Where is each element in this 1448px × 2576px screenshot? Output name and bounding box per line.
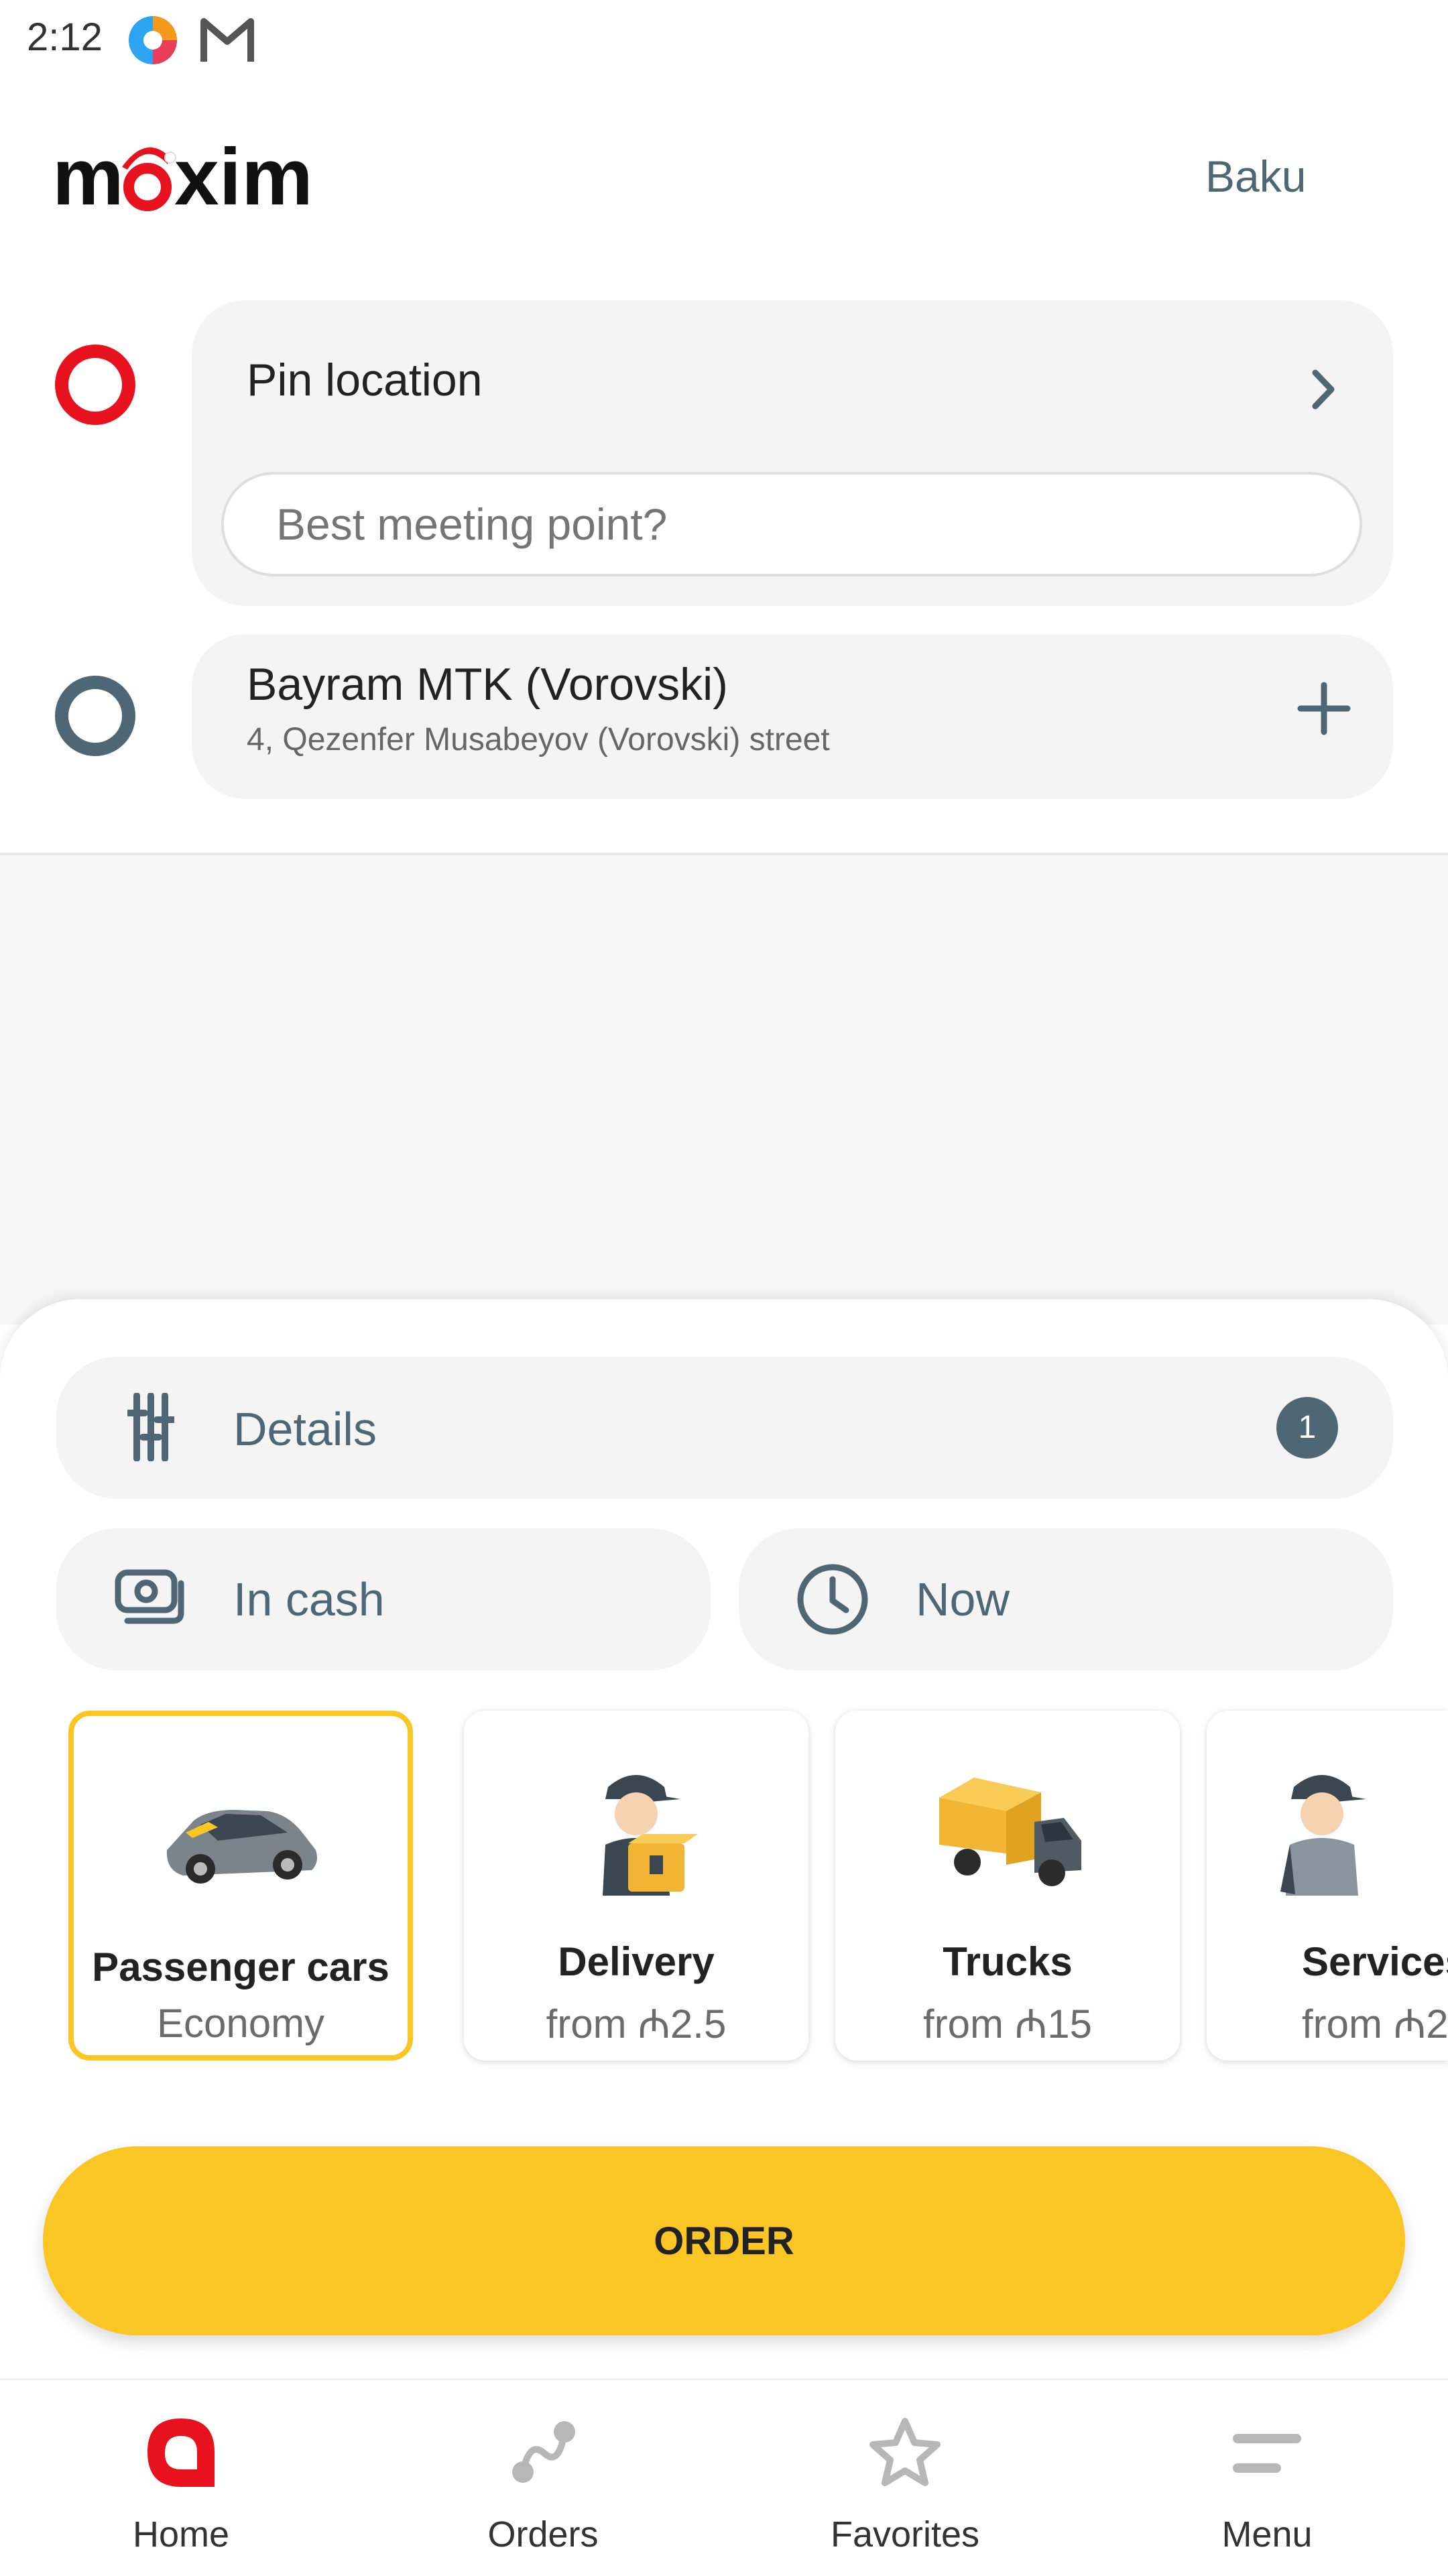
gmail-notification-icon bbox=[200, 18, 254, 62]
details-label: Details bbox=[233, 1403, 377, 1455]
nav-label-home: Home bbox=[132, 2514, 230, 2555]
menu-icon bbox=[1233, 2434, 1301, 2473]
service-subtitle: Economy bbox=[156, 2001, 325, 2046]
service-title: Delivery bbox=[558, 1939, 715, 1984]
destination-point-icon bbox=[55, 676, 135, 756]
courier-icon bbox=[603, 1775, 698, 1896]
worker-icon bbox=[1280, 1775, 1366, 1896]
payment-method-label: In cash bbox=[233, 1573, 385, 1626]
service-card-trucks[interactable]: Trucks from ₼15 bbox=[835, 1711, 1180, 2061]
maxim-logo: m xim maxim bbox=[52, 137, 313, 218]
order-button[interactable]: ORDER bbox=[43, 2146, 1405, 2335]
clock-icon bbox=[797, 1564, 868, 1635]
svg-text:m: m bbox=[52, 137, 124, 218]
map-area[interactable] bbox=[0, 855, 1448, 1325]
nav-item-favorites[interactable]: Favorites bbox=[724, 2386, 1086, 2574]
status-time: 2:12 bbox=[27, 15, 103, 59]
cash-icon bbox=[115, 1569, 184, 1624]
nav-label-menu: Menu bbox=[1221, 2514, 1313, 2555]
pickup-location-title: Pin location bbox=[247, 355, 483, 406]
nav-label-favorites: Favorites bbox=[830, 2514, 980, 2555]
orders-icon bbox=[512, 2421, 575, 2483]
nav-item-menu[interactable]: Menu bbox=[1086, 2386, 1448, 2574]
nav-item-home[interactable]: Home bbox=[0, 2386, 362, 2574]
destination-address: 4, Qezenfer Musabeyov (Vorovski) street bbox=[247, 722, 830, 757]
service-card-passenger-cars[interactable]: Passenger cars Economy bbox=[68, 1711, 413, 2061]
meeting-point-input[interactable]: Best meeting point? bbox=[221, 472, 1362, 576]
nav-label-orders: Orders bbox=[487, 2514, 599, 2555]
home-icon bbox=[147, 2418, 215, 2487]
sliders-icon bbox=[127, 1393, 174, 1461]
city-selector[interactable]: Baku bbox=[1205, 151, 1306, 202]
service-subtitle: from ₼2. bbox=[1302, 2002, 1448, 2046]
pickup-time-label: Now bbox=[916, 1573, 1010, 1626]
car-icon bbox=[166, 1810, 317, 1884]
details-count-badge: 1 bbox=[1276, 1397, 1338, 1459]
truck-icon bbox=[939, 1778, 1081, 1886]
service-card-delivery[interactable]: Delivery from ₼2.5 bbox=[464, 1711, 808, 2061]
nav-item-orders[interactable]: Orders bbox=[362, 2386, 724, 2574]
service-subtitle: from ₼15 bbox=[922, 2002, 1092, 2046]
service-card-services[interactable]: Services from ₼2. bbox=[1207, 1711, 1448, 2061]
add-stop-icon[interactable] bbox=[1296, 681, 1351, 736]
service-title: Trucks bbox=[943, 1939, 1073, 1984]
chevron-right-icon bbox=[1312, 369, 1335, 410]
pickup-point-icon bbox=[55, 345, 135, 425]
service-subtitle: from ₼2.5 bbox=[546, 2002, 727, 2046]
svg-text:xim: xim bbox=[174, 137, 313, 218]
service-title: Services bbox=[1302, 1939, 1448, 1984]
destination-title: Bayram MTK (Vorovski) bbox=[247, 659, 728, 710]
star-icon bbox=[869, 2418, 941, 2486]
service-title: Passenger cars bbox=[92, 1945, 389, 1989]
app-notification-icon bbox=[129, 16, 177, 64]
